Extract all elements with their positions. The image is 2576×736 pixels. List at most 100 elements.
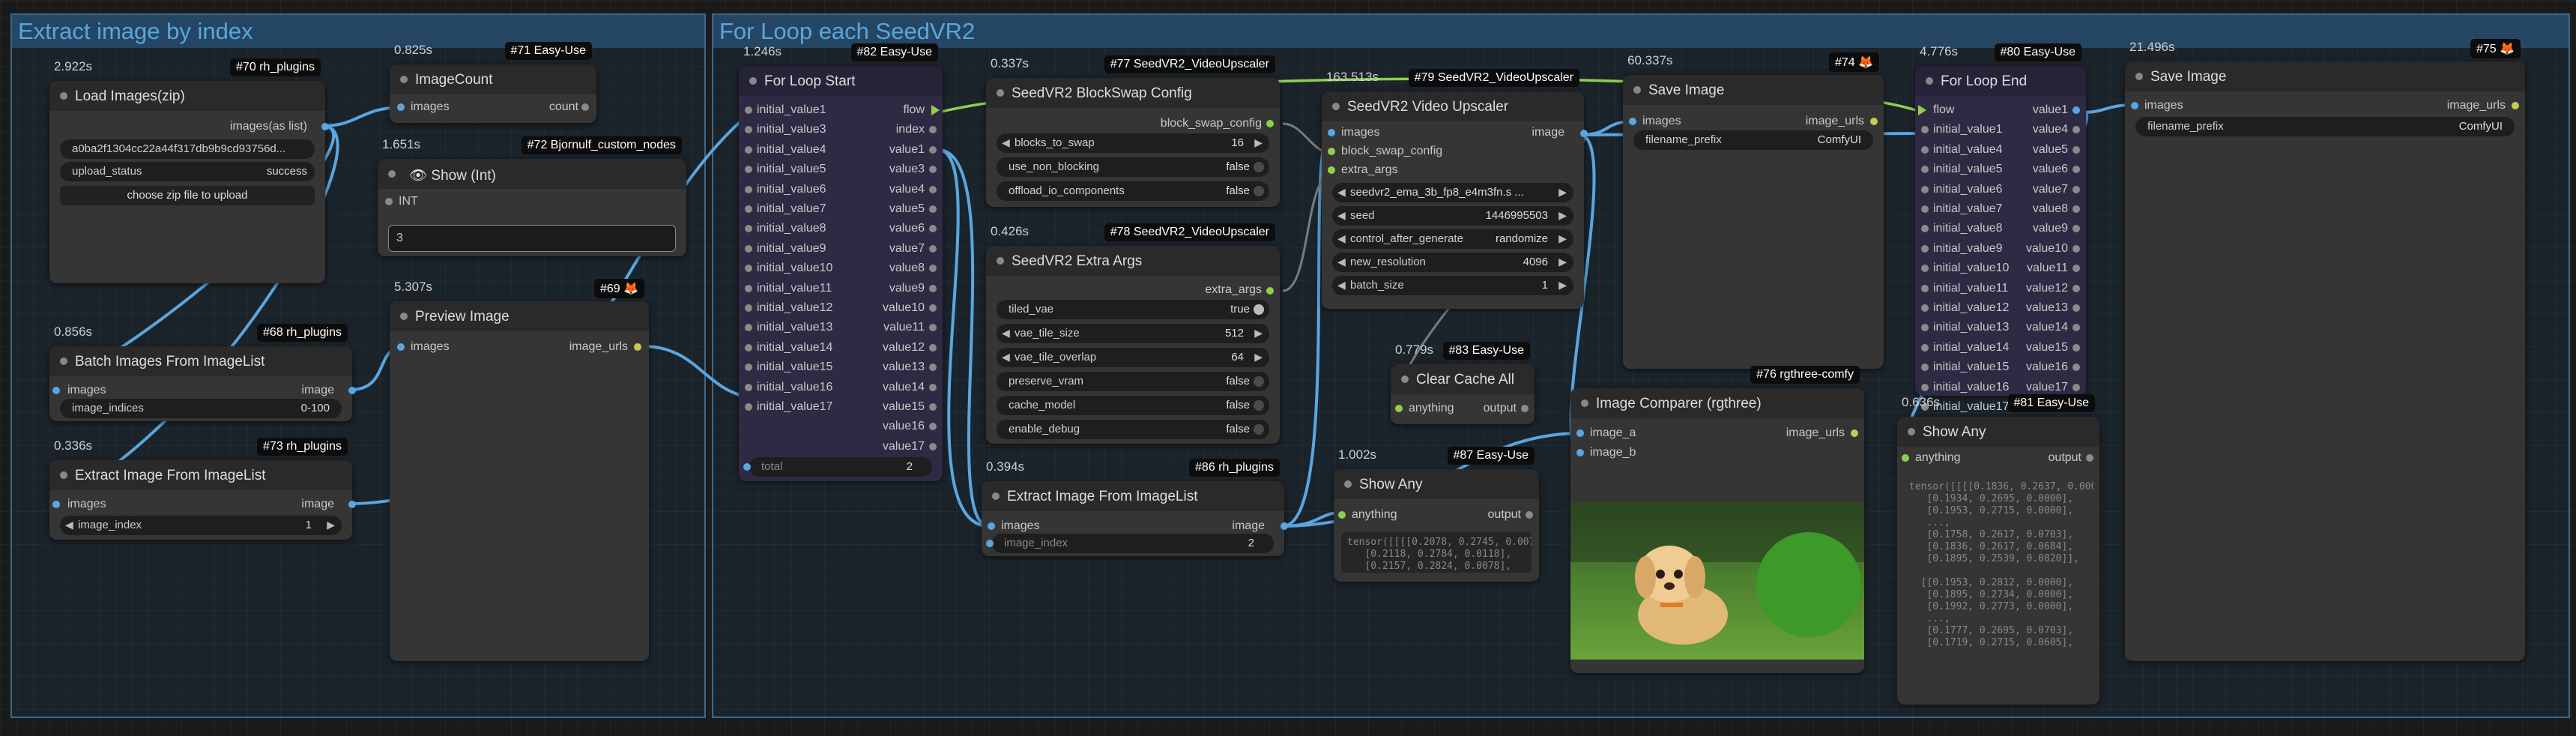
image-index-field[interactable]: image_index 2 — [992, 534, 1274, 553]
output-pin[interactable] — [2072, 324, 2080, 332]
blocks-to-swap-widget[interactable]: ◀ ▶ blocks_to_swap 16 — [997, 133, 1269, 153]
output-pin[interactable] — [2072, 343, 2080, 352]
output-pin-block-swap-config[interactable] — [1266, 120, 1274, 127]
zip-file-combo[interactable]: a0ba2f1304cc22a44f317db9b9cd93756d... — [60, 139, 315, 159]
node-image-count[interactable]: 0.825s #71 Easy-Use ImageCount images co… — [390, 42, 596, 123]
increment-icon[interactable]: ▶ — [1558, 256, 1567, 268]
decrement-icon[interactable]: ◀ — [65, 519, 73, 531]
tiled-vae-widget[interactable]: tiled_vae true — [997, 300, 1269, 319]
output-pin[interactable] — [929, 166, 937, 174]
output-pin[interactable] — [929, 383, 937, 391]
increment-icon[interactable]: ▶ — [327, 519, 335, 531]
input-pin[interactable] — [745, 225, 752, 233]
output-pin[interactable] — [929, 185, 937, 193]
increment-icon[interactable]: ▶ — [1254, 136, 1263, 149]
input-pin-images[interactable] — [2131, 102, 2138, 109]
input-pin[interactable] — [1921, 304, 1929, 312]
output-pin[interactable] — [2072, 383, 2080, 391]
model-widget[interactable]: ◀ ▶ seedvr2_ema_3b_fp8_e4m3fn.s ... — [1332, 183, 1573, 202]
output-pin[interactable] — [929, 244, 937, 253]
node-show-int[interactable]: 1.651s #72 Bjornulf_custom_nodes 👁 Show … — [378, 136, 686, 256]
collapse-dot[interactable] — [992, 492, 1000, 500]
node-batch-images[interactable]: 0.856s #68 rh_plugins Batch Images From … — [49, 324, 356, 421]
output-pin[interactable] — [2072, 265, 2080, 273]
tensor-preview[interactable]: tensor([[[[0.1836, 0.2637, 0.0000], [0.1… — [1903, 477, 2093, 699]
output-pin[interactable] — [929, 442, 937, 450]
filename-prefix-field[interactable]: filename_prefix ComfyUI — [1633, 130, 1873, 150]
collapse-dot[interactable] — [60, 471, 67, 479]
input-pin[interactable] — [745, 383, 752, 391]
increment-icon[interactable]: ▶ — [1558, 209, 1567, 222]
input-pin[interactable] — [745, 145, 752, 154]
output-pin[interactable] — [929, 343, 937, 352]
upload-status-field[interactable]: upload_status success — [60, 162, 315, 181]
output-pin-image[interactable] — [348, 501, 356, 508]
collapse-dot[interactable] — [1926, 77, 1933, 85]
node-header[interactable]: Show Any — [1334, 469, 1539, 499]
preserve-vram-widget[interactable]: preserve_vram false — [997, 372, 1269, 391]
input-pin[interactable] — [1921, 284, 1929, 292]
input-pin[interactable] — [1921, 324, 1929, 332]
toggle-icon[interactable] — [1254, 304, 1264, 315]
output-pin[interactable] — [2072, 205, 2080, 213]
output-pin[interactable] — [929, 403, 937, 411]
total-field[interactable]: total 2 — [749, 457, 932, 477]
output-pin[interactable] — [2072, 126, 2080, 134]
toggle-icon[interactable] — [1254, 424, 1264, 435]
node-clear-cache[interactable]: 0.779s #83 Easy-Use Clear Cache All anyt… — [1391, 342, 1535, 424]
output-pin[interactable] — [929, 324, 937, 332]
node-load-images-zip[interactable]: 2.922s #70 rh_plugins Load Images(zip) i… — [49, 58, 329, 283]
node-header[interactable]: Image Comparer (rgthree) — [1570, 388, 1864, 418]
increment-icon[interactable]: ▶ — [1558, 232, 1567, 245]
node-header[interactable]: Clear Cache All — [1391, 364, 1535, 394]
input-pin[interactable] — [745, 284, 752, 292]
toggle-icon[interactable] — [1254, 400, 1264, 411]
output-pin-image-urls[interactable] — [2512, 102, 2519, 109]
input-pin-total[interactable] — [743, 463, 751, 471]
output-pin[interactable] — [929, 364, 937, 372]
output-pin-images[interactable] — [321, 123, 329, 130]
output-pin[interactable] — [2072, 225, 2080, 233]
input-pin[interactable] — [745, 185, 752, 193]
output-pin-image-urls[interactable] — [1870, 118, 1878, 125]
decrement-icon[interactable]: ◀ — [1337, 279, 1346, 292]
choose-zip-button[interactable]: choose zip file to upload — [60, 186, 315, 205]
output-pin[interactable] — [929, 284, 937, 292]
node-header[interactable]: SeedVR2 BlockSwap Config — [986, 78, 1280, 108]
input-pin[interactable] — [1921, 166, 1929, 174]
input-pin[interactable] — [745, 265, 752, 273]
input-pin[interactable] — [745, 106, 752, 114]
node-header[interactable]: ImageCount — [390, 64, 596, 94]
decrement-icon[interactable]: ◀ — [1337, 232, 1346, 245]
input-pin[interactable] — [1921, 225, 1929, 233]
node-header[interactable]: Save Image — [2125, 61, 2525, 91]
output-pin-image[interactable] — [348, 387, 356, 394]
collapse-dot[interactable] — [2135, 73, 2143, 80]
node-header[interactable]: Preview Image — [390, 301, 649, 331]
output-pin[interactable] — [2072, 166, 2080, 174]
output-pin-output[interactable] — [2086, 454, 2093, 462]
control-after-generate-widget[interactable]: ◀ ▶ control_after_generate randomize — [1332, 229, 1573, 249]
input-pin[interactable] — [1921, 364, 1929, 372]
node-header[interactable]: Batch Images From ImageList — [49, 346, 352, 376]
increment-icon[interactable]: ▶ — [1558, 279, 1567, 292]
collapse-dot[interactable] — [1401, 375, 1409, 383]
collapse-dot[interactable] — [1581, 399, 1588, 407]
input-pin[interactable] — [1921, 126, 1929, 134]
node-video-upscaler[interactable]: 163.513s #79 SeedVR2_VideoUpscaler SeedV… — [1322, 69, 1588, 309]
output-pin[interactable] — [2072, 284, 2080, 292]
input-pin-image-a[interactable] — [1576, 429, 1584, 437]
node-image-comparer[interactable]: #76 rgthree-comfy Image Comparer (rgthre… — [1570, 366, 1864, 673]
decrement-icon[interactable]: ◀ — [1002, 351, 1010, 364]
input-pin-images[interactable] — [397, 343, 405, 351]
collapse-dot[interactable] — [997, 257, 1004, 265]
decrement-icon[interactable]: ◀ — [1002, 136, 1010, 149]
input-pin[interactable] — [1921, 244, 1929, 253]
node-extract-image-86[interactable]: 0.394s #86 rh_plugins Extract Image From… — [982, 459, 1288, 556]
node-preview-image[interactable]: 5.307s #69 🦊 Preview Image images image_… — [390, 279, 649, 661]
toggle-icon[interactable] — [1254, 186, 1264, 196]
offload-io-components-widget[interactable]: offload_io_components false — [997, 181, 1269, 201]
node-header[interactable]: Load Images(zip) — [49, 81, 325, 111]
output-pin[interactable] — [2072, 185, 2080, 193]
decrement-icon[interactable]: ◀ — [1002, 327, 1010, 340]
